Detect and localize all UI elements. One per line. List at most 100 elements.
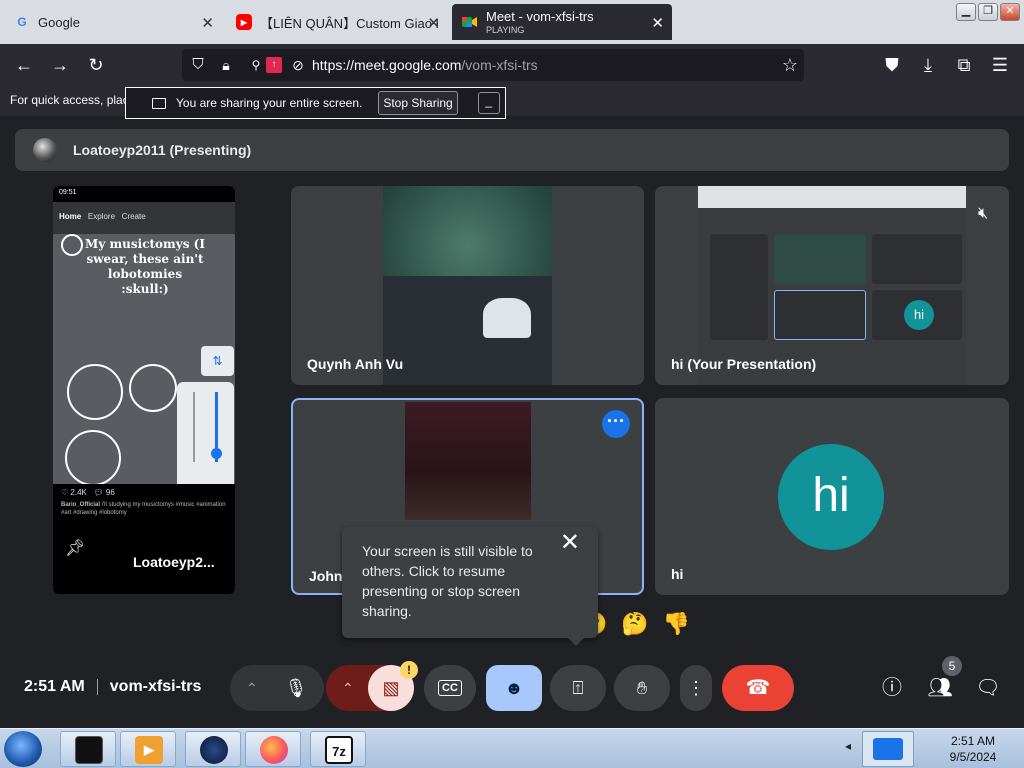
more-options-button[interactable]: ··· <box>602 410 630 438</box>
chevron-up-icon[interactable]: ⌃ <box>246 665 258 711</box>
show-hidden-icons-icon[interactable]: ◂ <box>845 739 851 753</box>
divider <box>96 679 98 695</box>
meeting-info: 2:51 AM vom-xfsi-trs <box>24 678 201 696</box>
tab-title-group: Meet - vom-xfsi-trs PLAYING <box>486 9 594 35</box>
present-screen-button[interactable]: ⍐ <box>550 665 606 711</box>
system-clock[interactable]: 2:51 AM 9/5/2024 <box>938 733 1008 765</box>
phone-post-stats: ♡ 2.4K 💬︎ 96 <box>61 488 115 497</box>
tab-google[interactable]: G Google ✕ <box>4 4 222 40</box>
back-icon[interactable]: ← <box>12 53 36 77</box>
avatar: hi <box>778 444 884 550</box>
stop-sharing-button[interactable]: Stop Sharing <box>378 91 458 115</box>
phone-nav-explore: Explore <box>87 212 116 221</box>
tray-app[interactable] <box>862 731 914 767</box>
participant-name: John <box>309 568 343 584</box>
raise-hand-button[interactable]: ✋︎ <box>614 665 670 711</box>
forward-icon[interactable]: → <box>48 53 72 77</box>
taskbar-app-7zip[interactable]: 7z <box>310 731 366 767</box>
avatar <box>33 138 57 162</box>
lock-icon[interactable]: 🔒︎ <box>214 53 238 77</box>
reload-icon[interactable]: ↻ <box>84 53 108 77</box>
phone-post-image: My musictomys (I swear, these ain't lobo… <box>53 234 235 524</box>
taskbar-app-firefox[interactable] <box>245 731 301 767</box>
tab-meet[interactable]: Meet - vom-xfsi-trs PLAYING ✕ <box>452 4 672 40</box>
bookmark-star-icon[interactable]: ☆ <box>778 53 802 77</box>
phone-status-bar: 09:51 <box>53 186 235 202</box>
autoplay-blocked-icon[interactable]: ⊘ <box>286 53 310 77</box>
volume-slider-thumb[interactable] <box>211 448 222 459</box>
cmd-icon <box>75 736 103 764</box>
permissions-icon[interactable]: ⚲ <box>244 53 268 77</box>
drawing-circle <box>65 430 121 486</box>
meeting-code: vom-xfsi-trs <box>109 678 202 695</box>
tooltip-arrow <box>568 638 584 646</box>
participant-tile[interactable]: hi hi <box>655 398 1009 595</box>
screen-share-notification: You are sharing your entire screen. Stop… <box>125 87 506 119</box>
participants-count: 5 <box>942 656 962 676</box>
taskbar-app-media[interactable]: ▶ <box>120 731 176 767</box>
downloads-icon[interactable]: ⤓ <box>916 53 940 77</box>
volume-slider-track[interactable] <box>193 392 195 462</box>
participant-video <box>383 186 552 385</box>
video-content <box>483 298 531 338</box>
screen-share-indicator-icon[interactable]: ↑ <box>266 57 282 73</box>
minimize-window-button[interactable]: ▁ <box>956 3 976 21</box>
minimize-share-bar-button[interactable]: _ <box>477 92 500 114</box>
participant-tile[interactable]: hi 🔇︎ hi (Your Presentation) <box>655 186 1009 385</box>
tab-playing-status: PLAYING <box>486 25 525 35</box>
close-icon[interactable]: ✕ <box>651 14 664 32</box>
menu-icon[interactable]: ☰ <box>988 53 1012 77</box>
close-icon[interactable]: ✕ <box>201 14 214 32</box>
participant-name: Quynh Anh Vu <box>307 356 404 372</box>
reaction-thinking[interactable]: 🤔 <box>621 611 648 643</box>
close-icon[interactable]: ✕ <box>427 14 440 32</box>
extensions-icon[interactable]: ⧉ <box>952 53 976 77</box>
participant-tile[interactable]: Quynh Anh Vu <box>291 186 644 385</box>
chat-icon[interactable]: 🗨︎ <box>973 673 1003 703</box>
pin-icon[interactable]: 📌︎ <box>65 538 85 558</box>
pocket-icon[interactable]: ⛊ <box>880 53 904 77</box>
clock-time: 2:51 AM <box>950 734 996 748</box>
clock-date: 9/5/2024 <box>949 750 997 764</box>
microphone-icon[interactable]: 🎙︎ <box>280 665 312 711</box>
leave-call-button[interactable]: ☎︎ <box>722 665 794 711</box>
preview-tile <box>774 234 866 284</box>
close-icon[interactable]: ✕ <box>560 531 580 555</box>
likes-count: 2.4K <box>70 488 87 497</box>
drawing-circle <box>61 234 83 256</box>
screen-icon <box>152 97 166 109</box>
people-icon[interactable]: 👥︎ <box>925 673 955 703</box>
phone-post-footer: ♡ 2.4K 💬︎ 96 Bario_Official i'll studyin… <box>53 484 235 594</box>
chevron-up-icon[interactable]: ⌃ <box>342 665 354 711</box>
tab-title: Meet - vom-xfsi-trs <box>486 9 594 24</box>
browser-toolbar: ← → ↻ ⛉ 🔒︎ ⚲ ↑ ⊘ https://meet.google.com… <box>0 44 1024 86</box>
url-domain: https://meet.google.com <box>312 57 462 73</box>
shield-icon[interactable]: ⛉ <box>186 53 210 77</box>
preview-tile <box>872 234 962 284</box>
emoji-reactions-button[interactable]: ☻ <box>486 665 542 711</box>
warning-badge: ! <box>400 661 418 679</box>
participant-video <box>405 402 531 520</box>
taskbar-app-night[interactable] <box>185 731 241 767</box>
firefox-icon <box>260 736 288 764</box>
start-button[interactable] <box>4 731 42 767</box>
presentation-tile[interactable]: 09:51 Home Explore Create My musictomys … <box>53 186 235 594</box>
mic-off-icon: 🔇︎ <box>977 205 989 222</box>
restore-window-button[interactable]: ❐ <box>978 3 998 21</box>
7zip-icon: 7z <box>325 736 353 764</box>
taskbar-app-cmd[interactable] <box>60 731 116 767</box>
media-player-icon: ▶ <box>135 736 163 764</box>
meeting-details-icon[interactable]: ⓘ <box>877 673 907 703</box>
tile-name: Loatoeyp2... <box>133 554 215 570</box>
more-options-button[interactable]: ⋮ <box>680 665 712 711</box>
sound-settings-icon[interactable]: ⇅ <box>201 346 234 376</box>
preview-browser-bar <box>698 186 966 208</box>
close-window-button[interactable]: ✕ <box>1000 3 1020 21</box>
globe-icon <box>200 736 228 764</box>
captions-button[interactable]: CC <box>424 665 476 711</box>
reaction-thumbs-down[interactable]: 👎 <box>663 611 690 643</box>
tab-title: 【LIÊN QUÂN】Custom Giao H <box>260 15 438 31</box>
participant-name: hi (Your Presentation) <box>671 356 817 372</box>
url-bar[interactable]: ⛉ 🔒︎ ⚲ ↑ ⊘ https://meet.google.com/vom-x… <box>182 49 804 81</box>
tab-youtube[interactable]: ▶ 【LIÊN QUÂN】Custom Giao H ✕ <box>226 4 448 40</box>
